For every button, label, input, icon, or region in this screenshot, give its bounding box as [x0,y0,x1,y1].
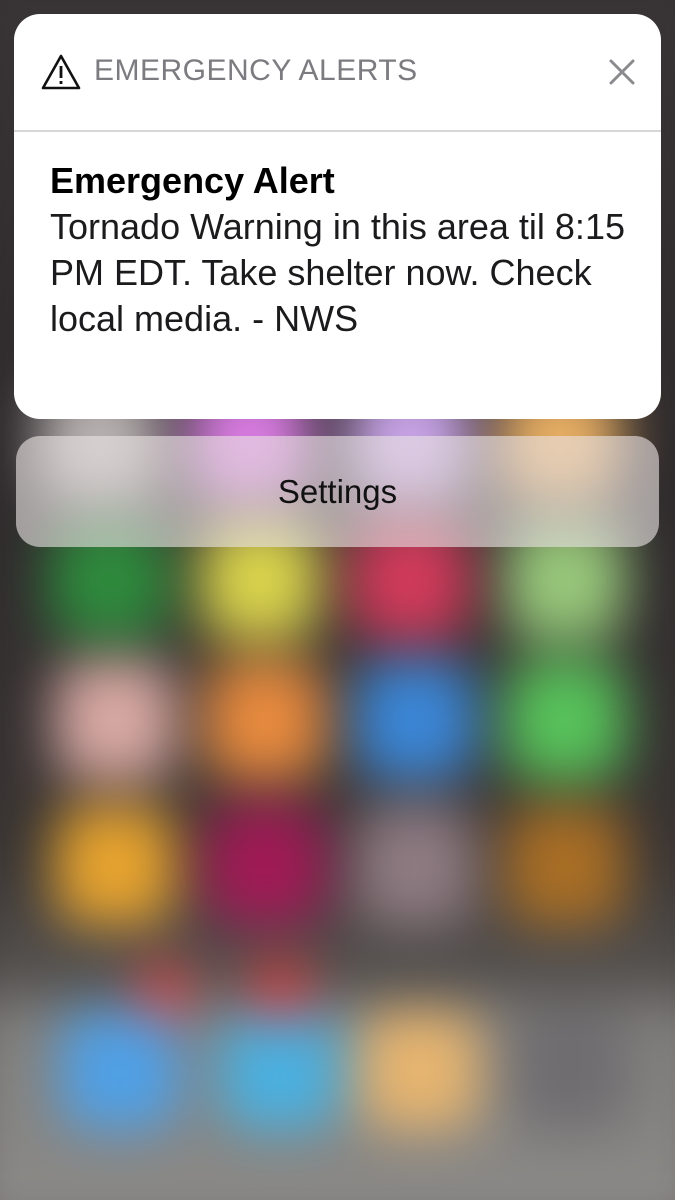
alert-title: Emergency Alert [50,160,335,201]
emergency-alert-notification[interactable]: EMERGENCY ALERTS Emergency Alert Tornado… [14,14,661,419]
alert-message: Tornado Warning in this area til 8:15 PM… [50,206,625,339]
warning-triangle-icon [41,54,81,90]
settings-label: Settings [277,472,398,510]
close-icon[interactable] [609,59,635,85]
notification-body: Emergency Alert Tornado Warning in this … [50,158,640,342]
notification-header: EMERGENCY ALERTS [14,14,661,132]
app-name: EMERGENCY ALERTS [94,54,418,87]
settings-button[interactable]: Settings [16,436,659,547]
lock-screen: EMERGENCY ALERTS Emergency Alert Tornado… [0,0,675,1200]
